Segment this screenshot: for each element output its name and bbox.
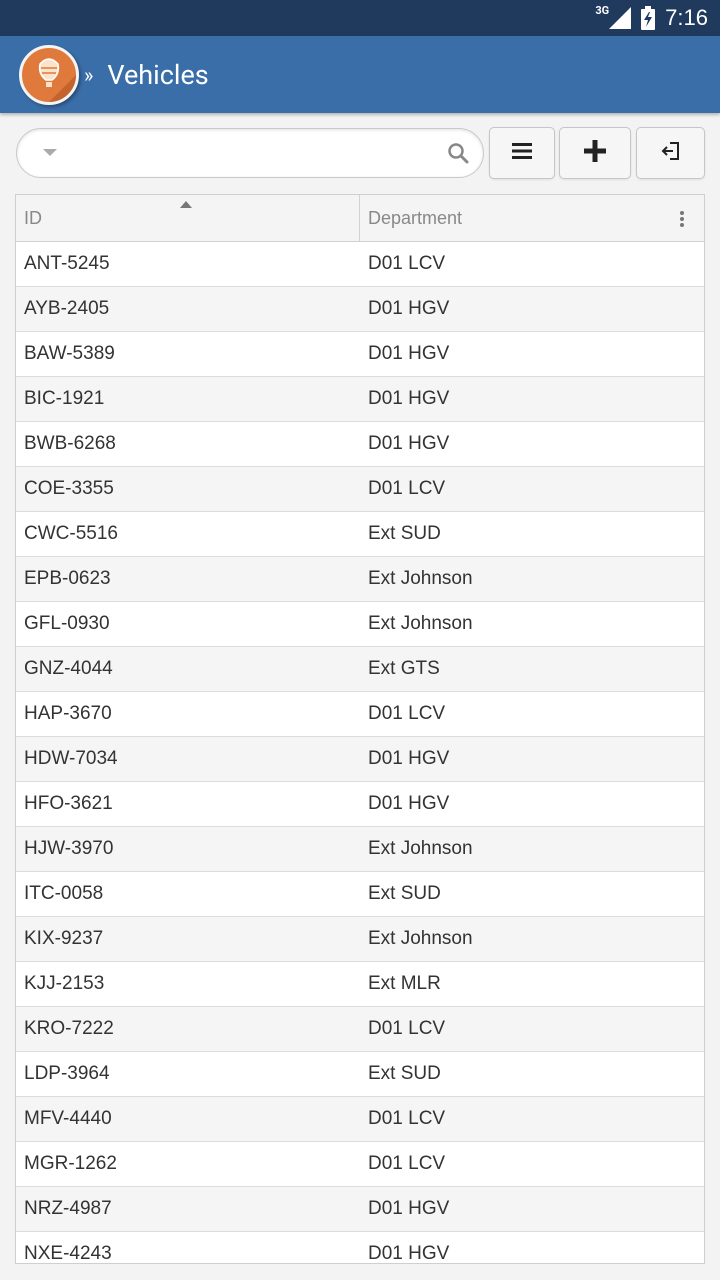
table-row[interactable]: KRO-7222 D01 LCV bbox=[16, 1007, 704, 1052]
cell-vehicle-id: KRO-7222 bbox=[24, 1018, 114, 1039]
cell-vehicle-id: EPB-0623 bbox=[24, 568, 111, 589]
menu-button[interactable] bbox=[489, 127, 555, 179]
cell-department: Ext SUD bbox=[368, 523, 441, 544]
table-row[interactable]: HFO-3621 D01 HGV bbox=[16, 782, 704, 827]
grid-header: ID Department bbox=[16, 195, 704, 242]
app-logo[interactable] bbox=[19, 44, 79, 105]
cell-department: Ext SUD bbox=[368, 883, 441, 904]
cell-vehicle-id: GFL-0930 bbox=[24, 613, 110, 634]
table-row[interactable]: NXE-4243 D01 HGV bbox=[16, 1232, 704, 1264]
chevron-right-icon[interactable]: » bbox=[84, 63, 93, 87]
cell-department: D01 LCV bbox=[368, 253, 446, 274]
table-row[interactable]: NRZ-4987 D01 HGV bbox=[16, 1187, 704, 1232]
menu-icon bbox=[512, 142, 532, 164]
cell-department: D01 HGV bbox=[368, 298, 450, 319]
cell-department: Ext SUD bbox=[368, 1063, 441, 1084]
cell-vehicle-id: MGR-1262 bbox=[24, 1153, 117, 1174]
table-row[interactable]: GNZ-4044 Ext GTS bbox=[16, 647, 704, 692]
page-title: Vehicles bbox=[107, 58, 209, 91]
plus-icon bbox=[584, 140, 606, 166]
vehicles-grid: ID Department ANT-5245 D01 LCV AYB-2405 D01… bbox=[15, 194, 705, 1264]
cell-vehicle-id: KIX-9237 bbox=[24, 928, 104, 949]
dropdown-caret-icon[interactable] bbox=[43, 149, 57, 156]
clock: 7:16 bbox=[665, 5, 708, 30]
battery-icon bbox=[641, 6, 656, 30]
cell-department: Ext MLR bbox=[368, 973, 441, 994]
cell-department: D01 HGV bbox=[368, 1243, 450, 1264]
cell-department: Ext Johnson bbox=[368, 568, 473, 589]
cell-vehicle-id: ITC-0058 bbox=[24, 883, 104, 904]
table-row[interactable]: HDW-7034 D01 HGV bbox=[16, 737, 704, 782]
cell-department: Ext Johnson bbox=[368, 613, 473, 634]
table-row[interactable]: AYB-2405 D01 HGV bbox=[16, 287, 704, 332]
table-row[interactable]: ANT-5245 D01 LCV bbox=[16, 242, 704, 287]
cell-department: D01 HGV bbox=[368, 1198, 450, 1219]
table-row[interactable]: MGR-1262 D01 LCV bbox=[16, 1142, 704, 1187]
cell-vehicle-id: GNZ-4044 bbox=[24, 658, 113, 679]
cell-vehicle-id: HFO-3621 bbox=[24, 793, 113, 814]
cell-vehicle-id: NXE-4243 bbox=[24, 1243, 112, 1264]
column-label: ID bbox=[24, 207, 42, 228]
table-row[interactable]: KJJ-2153 Ext MLR bbox=[16, 962, 704, 1007]
cell-vehicle-id: CWC-5516 bbox=[24, 523, 118, 544]
cell-department: D01 HGV bbox=[368, 388, 450, 409]
cell-vehicle-id: HJW-3970 bbox=[24, 838, 114, 859]
table-row[interactable]: BWB-6268 D01 HGV bbox=[16, 422, 704, 467]
add-vehicle-button[interactable] bbox=[559, 127, 631, 179]
table-row[interactable]: KIX-9237 Ext Johnson bbox=[16, 917, 704, 962]
sort-ascending-icon bbox=[180, 201, 192, 208]
column-label: Department bbox=[368, 207, 463, 228]
status-bar: 3G 7:16 bbox=[0, 0, 720, 36]
cell-vehicle-id: BAW-5389 bbox=[24, 343, 115, 364]
cell-vehicle-id: MFV-4440 bbox=[24, 1108, 112, 1129]
cell-department: D01 HGV bbox=[368, 748, 450, 769]
table-row[interactable]: GFL-0930 Ext Johnson bbox=[16, 602, 704, 647]
cell-vehicle-id: BWB-6268 bbox=[24, 433, 116, 454]
table-row[interactable]: LDP-3964 Ext SUD bbox=[16, 1052, 704, 1097]
search-combobox[interactable] bbox=[16, 128, 484, 178]
cell-department: D01 HGV bbox=[368, 433, 450, 454]
cell-department: D01 HGV bbox=[368, 343, 450, 364]
table-row[interactable]: COE-3355 D01 LCV bbox=[16, 467, 704, 512]
search-input[interactable] bbox=[67, 139, 437, 169]
column-header-department[interactable]: Department bbox=[360, 195, 704, 241]
table-row[interactable]: HJW-3970 Ext Johnson bbox=[16, 827, 704, 872]
cell-department: Ext Johnson bbox=[368, 928, 473, 949]
table-row[interactable]: HAP-3670 D01 LCV bbox=[16, 692, 704, 737]
search-icon[interactable] bbox=[447, 142, 469, 168]
logout-icon bbox=[661, 141, 681, 165]
cell-department: D01 HGV bbox=[368, 793, 450, 814]
cell-department: D01 LCV bbox=[368, 1018, 446, 1039]
app-header: » Vehicles bbox=[0, 36, 720, 113]
table-row[interactable]: BAW-5389 D01 HGV bbox=[16, 332, 704, 377]
cell-vehicle-id: LDP-3964 bbox=[24, 1063, 110, 1084]
cell-department: D01 LCV bbox=[368, 1108, 446, 1129]
logout-button[interactable] bbox=[636, 127, 705, 179]
table-row[interactable]: MFV-4440 D01 LCV bbox=[16, 1097, 704, 1142]
cell-department: D01 LCV bbox=[368, 1153, 446, 1174]
cell-vehicle-id: HDW-7034 bbox=[24, 748, 118, 769]
cell-department: Ext GTS bbox=[368, 658, 440, 679]
cell-vehicle-id: NRZ-4987 bbox=[24, 1198, 112, 1219]
table-row[interactable]: ITC-0058 Ext SUD bbox=[16, 872, 704, 917]
toolbar bbox=[16, 127, 706, 179]
cell-vehicle-id: AYB-2405 bbox=[24, 298, 110, 319]
cell-vehicle-id: ANT-5245 bbox=[24, 253, 110, 274]
cell-department: D01 LCV bbox=[368, 478, 446, 499]
table-row[interactable]: BIC-1921 D01 HGV bbox=[16, 377, 704, 422]
signal-icon bbox=[609, 7, 632, 29]
table-row[interactable]: EPB-0623 Ext Johnson bbox=[16, 557, 704, 602]
cell-department: D01 LCV bbox=[368, 703, 446, 724]
cell-vehicle-id: KJJ-2153 bbox=[24, 973, 105, 994]
network-type-label: 3G bbox=[595, 3, 610, 17]
column-menu-icon[interactable] bbox=[680, 211, 684, 227]
cell-department: Ext Johnson bbox=[368, 838, 473, 859]
cell-vehicle-id: HAP-3670 bbox=[24, 703, 112, 724]
table-row[interactable]: CWC-5516 Ext SUD bbox=[16, 512, 704, 557]
cell-vehicle-id: COE-3355 bbox=[24, 478, 114, 499]
grid-body: ANT-5245 D01 LCV AYB-2405 D01 HGV BAW-5389 D0… bbox=[16, 242, 704, 1264]
column-header-id[interactable]: ID bbox=[16, 195, 360, 241]
cell-vehicle-id: BIC-1921 bbox=[24, 388, 105, 409]
